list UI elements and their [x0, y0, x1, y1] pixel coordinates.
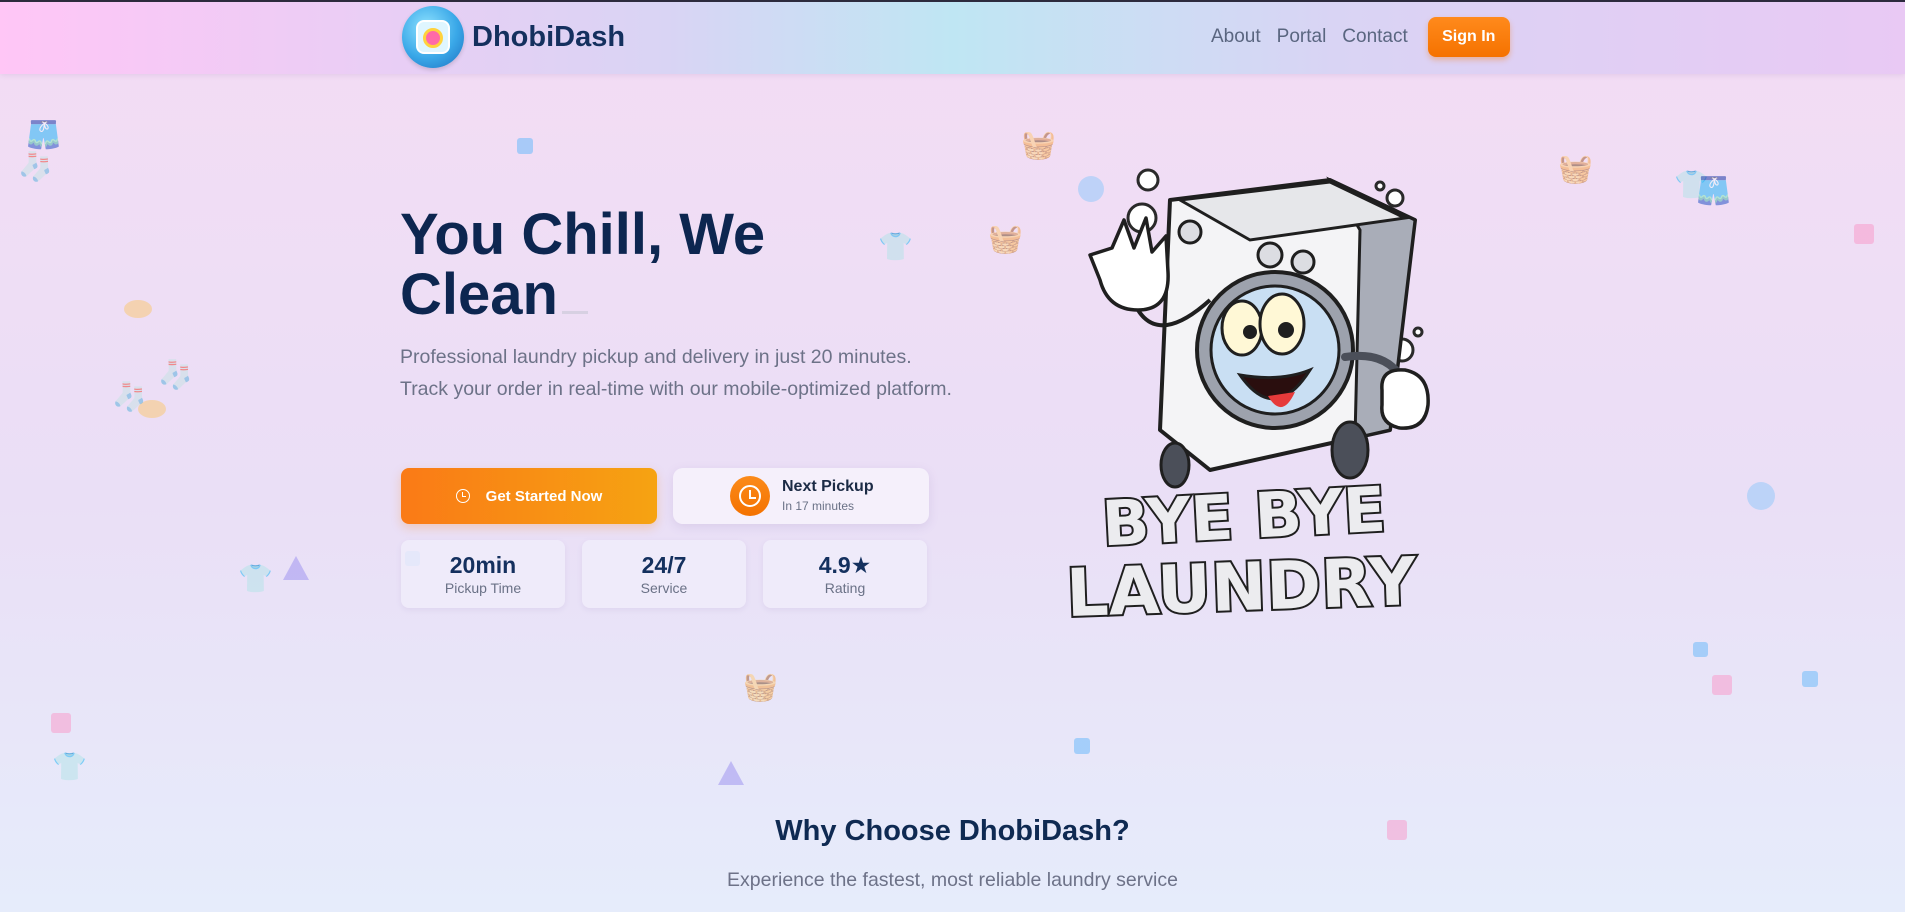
illustration-text-line2: LAUNDRY	[1065, 543, 1418, 630]
brand[interactable]: DhobiDash	[402, 6, 625, 68]
tshirt-icon: 👕	[878, 230, 913, 263]
stat-label: Rating	[824, 580, 866, 596]
tshirt-icon: 👕	[238, 562, 273, 595]
why-section-subtitle: Experience the fastest, most reliable la…	[727, 869, 1178, 891]
laundry-basket-icon: 🧺	[743, 670, 778, 703]
get-started-button[interactable]: Get Started Now	[401, 468, 657, 524]
decor-square	[1802, 671, 1818, 687]
nav-link-contact[interactable]: Contact	[1342, 17, 1407, 57]
shorts-icon: 🩳	[26, 118, 61, 151]
stat-label: Service	[640, 580, 688, 596]
stat-card-pickup-time: 20min Pickup Time	[401, 540, 565, 608]
stat-label: Pickup Time	[444, 580, 522, 596]
hero-title-line2: Clean	[400, 262, 558, 327]
why-section-title: Why Choose DhobiDash?	[775, 815, 1130, 847]
decor-triangle	[718, 761, 744, 785]
typing-cursor	[561, 311, 588, 314]
stat-value: 24/7	[641, 552, 687, 578]
socks-icon: 🧦	[18, 150, 53, 183]
stat-card-service: 24/7 Service	[582, 540, 746, 608]
nav-links: About Portal Contact Sign In	[1211, 17, 1510, 57]
stat-value: 20min	[449, 552, 517, 578]
decor-dot	[1747, 482, 1775, 510]
hero-title: You Chill, We Clean	[400, 205, 765, 325]
decor-square	[517, 138, 533, 154]
washing-machine-mascot-illustration: BYE BYE LAUNDRY	[1063, 168, 1430, 630]
laundry-basket-icon: 🧺	[988, 222, 1023, 255]
decor-square	[1693, 642, 1708, 657]
clock-icon	[730, 476, 770, 516]
hero-subtitle: Professional laundry pickup and delivery…	[400, 346, 952, 400]
sign-in-button[interactable]: Sign In	[1427, 17, 1510, 57]
tshirt-icon: 👕	[52, 750, 87, 783]
get-started-label: Get Started Now	[485, 487, 603, 505]
socks-icon: 🧦	[158, 358, 193, 391]
laundry-basket-icon: 🧺	[1021, 128, 1056, 161]
laundry-basket-icon: 🧺	[1558, 152, 1593, 185]
hero-title-line1: You Chill, We	[400, 202, 766, 267]
nav-link-about[interactable]: About	[1211, 17, 1261, 57]
brand-logo-icon	[402, 6, 464, 68]
decor-triangle	[283, 556, 309, 580]
stats-row: 20min Pickup Time 24/7 Service 4.9★ Rati…	[401, 540, 944, 608]
next-pickup-eta: In 17 minutes	[782, 499, 855, 513]
decor-square	[1712, 675, 1732, 695]
stat-value: 4.9★	[818, 552, 872, 578]
decor-square	[1074, 738, 1090, 754]
stat-card-rating: 4.9★ Rating	[763, 540, 927, 608]
next-pickup-title: Next Pickup	[782, 478, 874, 495]
top-navbar: DhobiDash About Portal Contact Sign In	[0, 2, 1905, 74]
next-pickup-card[interactable]: Next Pickup In 17 minutes	[673, 468, 929, 524]
socks-icon: 🧦	[112, 380, 147, 413]
nav-link-portal[interactable]: Portal	[1277, 17, 1327, 57]
brand-name: DhobiDash	[472, 20, 626, 53]
clock-icon	[455, 489, 470, 503]
decor-dot	[124, 300, 152, 318]
decor-square	[1854, 224, 1874, 244]
shorts-icon: 🩳	[1696, 174, 1731, 207]
decor-square	[51, 713, 71, 733]
